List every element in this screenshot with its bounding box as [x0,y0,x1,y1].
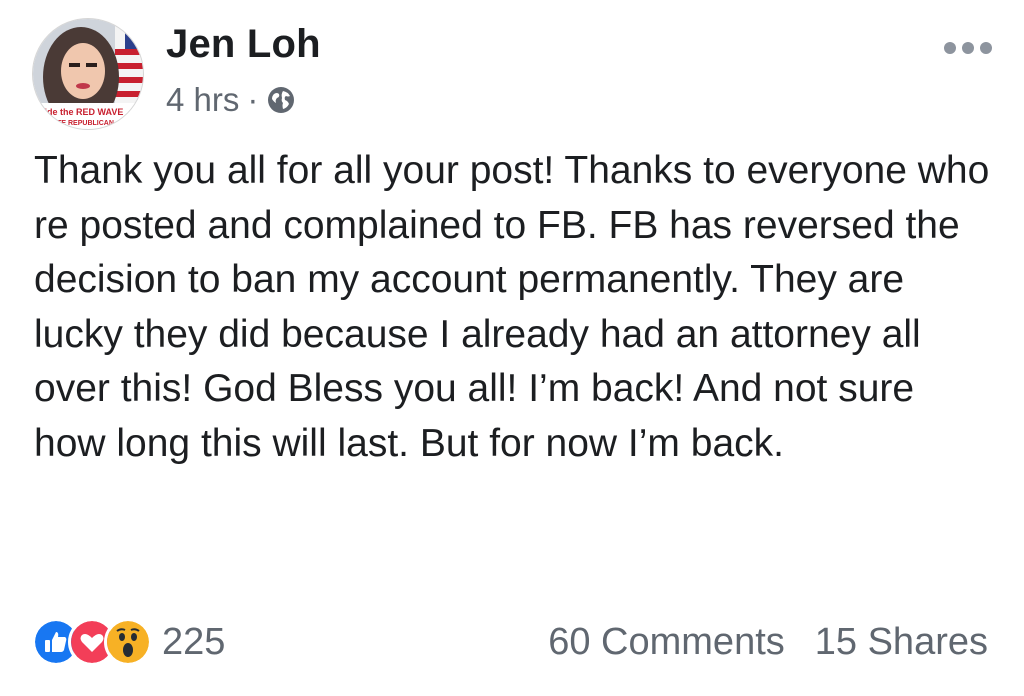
reaction-count: 225 [162,620,226,663]
avatar[interactable]: Ride the RED WAVE VOTE REPUBLICAN [32,18,144,130]
reactions-summary[interactable]: 225 [32,618,225,666]
avatar-banner-top: Ride the RED WAVE [38,107,123,117]
timestamp[interactable]: 4 hrs [166,81,239,119]
engagement-counts: 60 Comments 15 Shares [548,621,988,664]
meta-separator: · [247,81,259,118]
shares-count[interactable]: 15 Shares [815,621,988,664]
wow-icon [104,618,152,666]
post-body: Thank you all for all your post! Thanks … [34,149,990,465]
author-name[interactable]: Jen Loh [166,22,321,67]
post-footer: 225 60 Comments 15 Shares [32,612,988,672]
globe-icon[interactable] [266,85,296,115]
reaction-icons [32,618,152,666]
avatar-banner-bottom: VOTE REPUBLICAN [47,120,114,127]
post-meta: 4 hrs · [166,80,296,120]
more-dots-icon[interactable] [942,38,994,58]
facebook-post: Ride the RED WAVE VOTE REPUBLICAN Jen Lo… [0,0,1024,696]
comments-count[interactable]: 60 Comments [548,621,785,664]
